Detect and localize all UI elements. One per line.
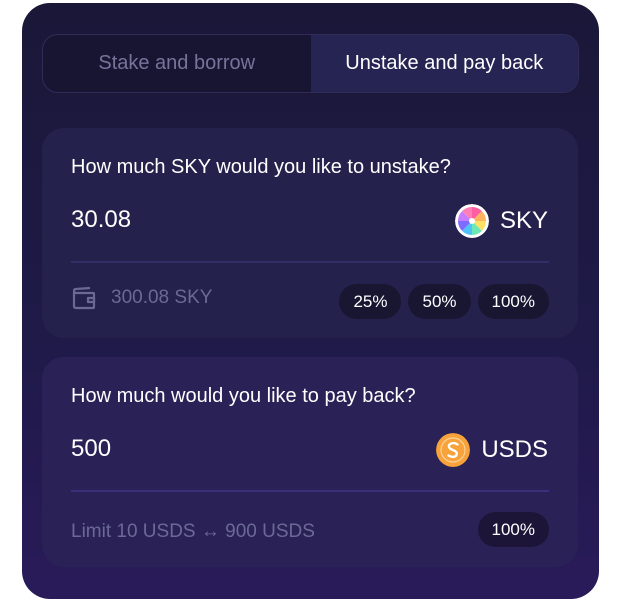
tab-unstake-and-pay-back[interactable]: Unstake and pay back	[310, 35, 578, 92]
unstake-100-percent-button[interactable]: 100%	[477, 284, 549, 319]
wallet-icon	[72, 286, 96, 310]
unstake-payback-panel: Stake and borrow Unstake and pay back Ho…	[22, 3, 599, 599]
payback-limit: Limit 10 USDS ↔ 900 USDS	[71, 521, 315, 542]
usds-token-selector[interactable]: USDS	[436, 433, 548, 467]
tab-stake-and-borrow[interactable]: Stake and borrow	[43, 35, 311, 92]
unstake-25-percent-button[interactable]: 25%	[339, 284, 402, 319]
sky-token-selector[interactable]: SKY	[454, 204, 548, 238]
unstake-amount-input[interactable]	[71, 206, 321, 234]
unstake-percent-buttons: 25% 50% 100%	[339, 284, 549, 319]
sky-balance: 300.08 SKY	[71, 286, 212, 310]
payback-question: How much would you like to pay back?	[71, 385, 416, 407]
mode-tabs: Stake and borrow Unstake and pay back	[42, 34, 579, 93]
usds-token-icon	[436, 433, 471, 467]
unstake-question: How much SKY would you like to unstake?	[71, 156, 451, 178]
sky-balance-text: 300.08 SKY	[111, 287, 213, 308]
unstake-card: How much SKY would you like to unstake? …	[42, 128, 578, 338]
payback-100-percent-button[interactable]: 100%	[477, 512, 549, 547]
usds-token-symbol: USDS	[481, 436, 548, 463]
unstake-50-percent-button[interactable]: 50%	[408, 284, 471, 319]
payback-amount-input[interactable]	[71, 435, 321, 463]
sky-token-icon	[454, 204, 489, 238]
sky-token-symbol: SKY	[499, 207, 548, 234]
payback-card: How much would you like to pay back? USD…	[42, 357, 578, 567]
payback-percent-buttons: 100%	[477, 512, 549, 547]
unstake-divider	[71, 261, 549, 263]
payback-divider	[71, 490, 549, 492]
